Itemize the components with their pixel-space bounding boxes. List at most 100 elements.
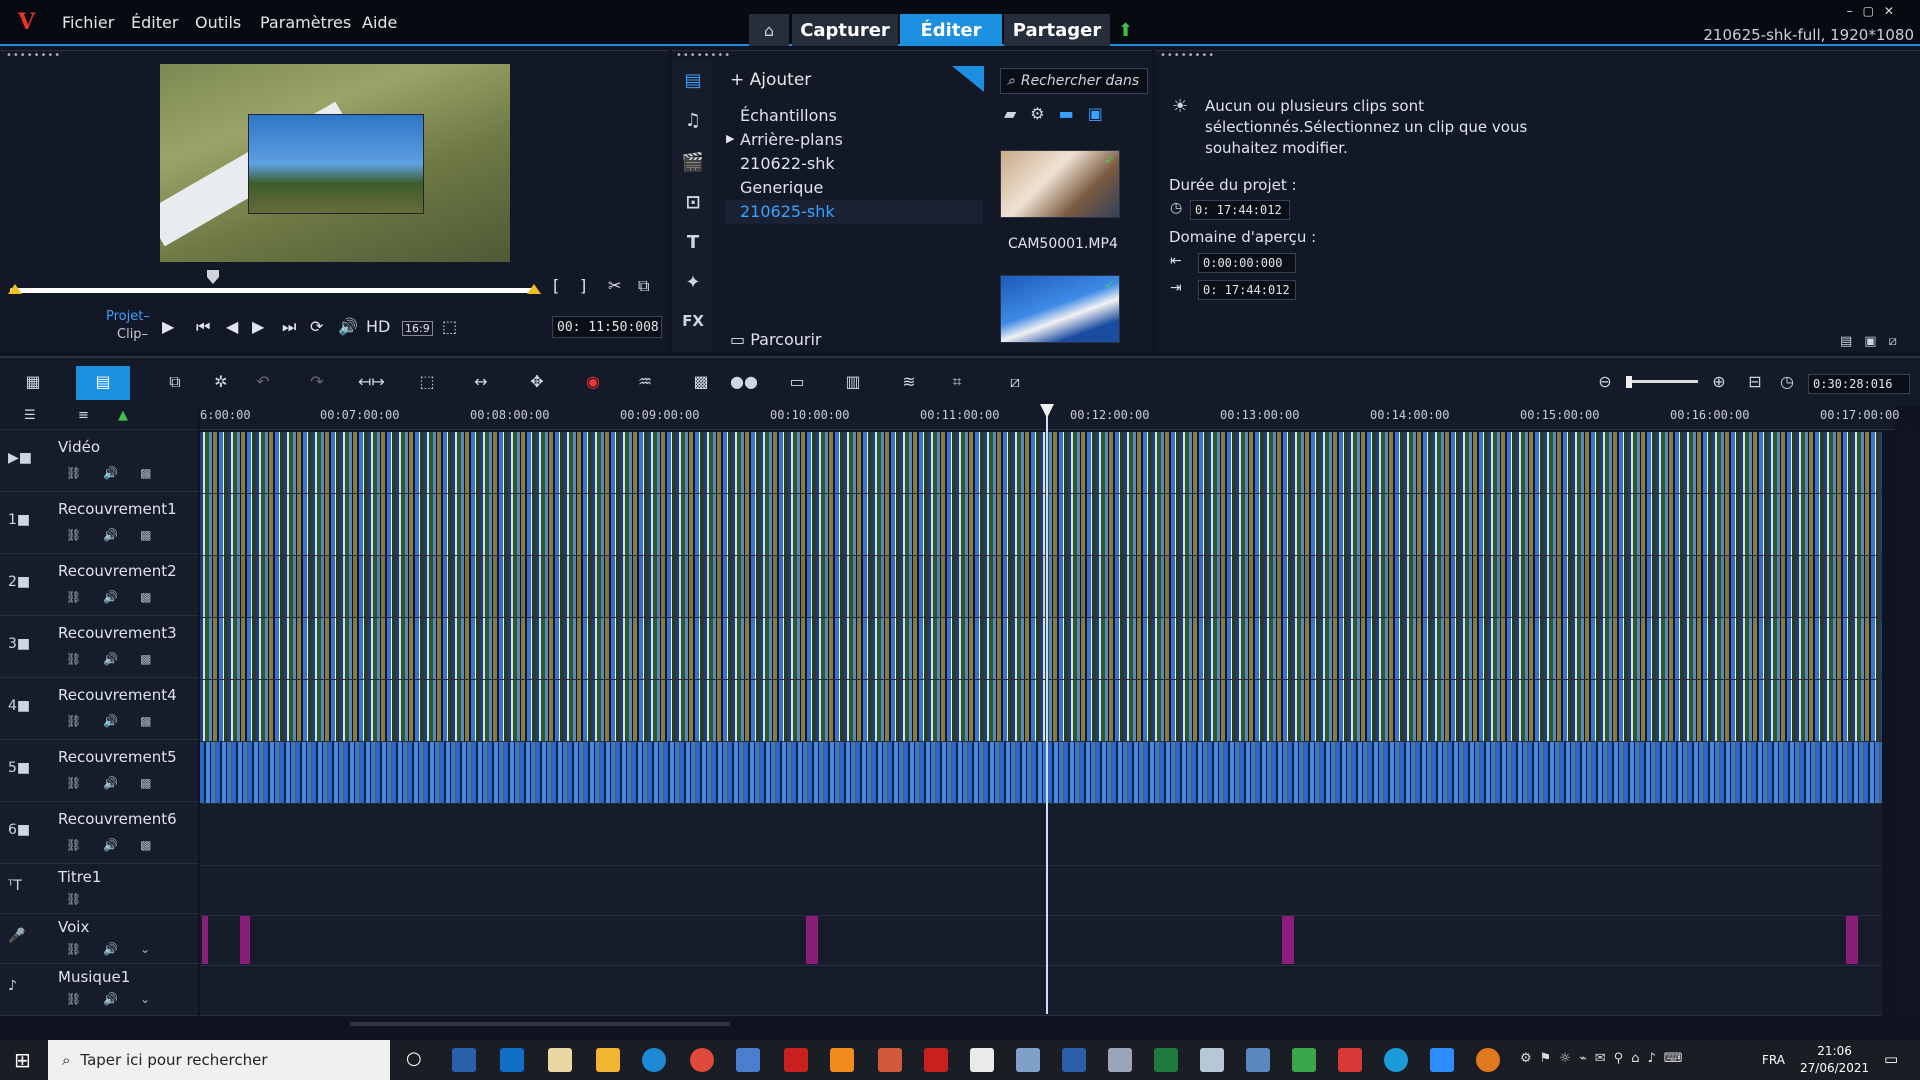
mail-icon[interactable] <box>500 1048 524 1072</box>
overlay2-lane-clips[interactable] <box>200 556 1882 618</box>
mask-icon[interactable]: ●● <box>730 372 758 394</box>
music-lane[interactable] <box>200 966 1882 1016</box>
trim-start-marker[interactable] <box>8 284 22 294</box>
taskbar-clock[interactable]: 21:06 27/06/2021 <box>1800 1043 1869 1077</box>
track-list-icon[interactable]: ☰ <box>24 408 36 423</box>
menu-outils[interactable]: Outils <box>195 13 241 32</box>
add-track-icon[interactable]: ▲ <box>118 408 128 423</box>
app-icon[interactable] <box>1246 1048 1270 1072</box>
track-controls[interactable]: ⛓ <box>66 892 103 906</box>
fit-icon[interactable]: ↤↦ <box>358 372 385 394</box>
folder-arriere-plans[interactable]: ▶ Arrière-plans <box>726 130 843 149</box>
zoom-app-icon[interactable] <box>1430 1048 1454 1072</box>
app-icon[interactable] <box>878 1048 902 1072</box>
audio-icon[interactable]: ♫ <box>680 110 706 136</box>
add-folder-button[interactable]: + Ajouter <box>730 70 811 90</box>
folder-generique[interactable]: Generique <box>740 178 823 197</box>
storyboard-view-icon[interactable]: ▦ <box>20 372 46 394</box>
prev-frame-icon[interactable]: ◀ <box>226 317 238 336</box>
folder-echantillons[interactable]: Échantillons <box>740 106 837 125</box>
track-video[interactable]: ▶■ Vidéo ⛓🔊▩ <box>0 430 198 492</box>
motion-icon[interactable]: ✥ <box>524 372 550 394</box>
track-manager-icon[interactable]: ⧉ <box>162 372 188 394</box>
track-overlay2[interactable]: 2■ Recouvrement2 ⛓🔊▩ <box>0 554 198 616</box>
fit-project-icon[interactable]: ⊟ <box>1742 372 1768 394</box>
track-options-icon[interactable]: ≡ <box>78 408 89 423</box>
duration-field[interactable]: 0: 17:44:012 <box>1190 200 1290 220</box>
task-view-icon[interactable] <box>452 1048 476 1072</box>
zoom-slider-handle[interactable] <box>1626 376 1632 388</box>
multicam-icon[interactable]: ▩ <box>688 372 714 394</box>
range-end-field[interactable]: 0: 17:44:012 <box>1198 280 1296 300</box>
time-remap-icon[interactable]: ≋ <box>896 372 922 394</box>
track-music1[interactable]: ♪ Musique1 ⛓🔊⌄ <box>0 964 198 1016</box>
chrome-icon[interactable] <box>690 1048 714 1072</box>
voice-clip[interactable] <box>240 916 250 964</box>
panel-grip[interactable]: •••••••• <box>6 50 61 61</box>
track-controls[interactable]: ⛓🔊▩ <box>66 466 174 480</box>
overlay1-lane-clips[interactable] <box>200 494 1882 556</box>
panel-grip[interactable]: •••••••• <box>1160 50 1215 61</box>
app-icon[interactable] <box>1476 1048 1500 1072</box>
track-controls[interactable]: ⛓🔊▩ <box>66 652 174 666</box>
play-icon[interactable]: ▶ <box>162 317 174 336</box>
app-icon[interactable] <box>1292 1048 1316 1072</box>
skip-start-icon[interactable]: ⏮ <box>196 317 210 337</box>
zoom-in-icon[interactable]: ⊕ <box>1706 372 1732 394</box>
search-input[interactable]: ⌕ Rechercher dans <box>1000 68 1148 94</box>
timeline-view-icon[interactable]: ▤ <box>90 372 116 394</box>
vertical-scrollbar[interactable] <box>1900 430 1914 1016</box>
smart-tools-icon[interactable]: ✲ <box>208 372 234 394</box>
overlay5-lane-clips[interactable] <box>200 742 1882 804</box>
layout-icons[interactable]: ▤▣⧄ <box>1840 334 1909 349</box>
track-controls[interactable]: ⛓🔊⌄ <box>66 942 172 956</box>
track-overlay1[interactable]: 1■ Recouvrement1 ⛓🔊▩ <box>0 492 198 554</box>
skip-end-icon[interactable]: ⏭ <box>282 317 296 337</box>
fx-icon[interactable]: FX <box>680 312 706 338</box>
window-controls[interactable]: –▢✕ <box>1847 4 1904 18</box>
record-icon[interactable]: ◉ <box>580 372 606 394</box>
track-overlay6[interactable]: 6■ Recouvrement6 ⛓🔊▩ <box>0 802 198 864</box>
audio-mixer-icon[interactable]: ♒ <box>632 372 658 394</box>
skype-icon[interactable] <box>1384 1048 1408 1072</box>
notification-icon[interactable]: ▭ <box>1884 1050 1898 1068</box>
media-thumbnail[interactable]: ✓ <box>1000 275 1120 343</box>
track-controls[interactable]: ⛓🔊⌄ <box>66 992 172 1006</box>
repeat-icon[interactable]: ⟳ <box>310 317 323 336</box>
cortana-icon[interactable]: ○ <box>406 1048 430 1072</box>
folder-210625-shk[interactable]: 210625-shk <box>740 202 835 221</box>
browse-button[interactable]: ▭ Parcourir <box>730 330 822 349</box>
media-icon[interactable]: ▤ <box>680 70 706 96</box>
taskbar-search[interactable]: ⌕ Taper ici pour rechercher <box>48 1040 390 1080</box>
notes-icon[interactable] <box>548 1048 572 1072</box>
explorer-icon[interactable] <box>596 1048 620 1072</box>
track-controls[interactable]: ⛓🔊▩ <box>66 838 174 852</box>
undo-icon[interactable]: ↶ <box>250 372 276 394</box>
timecode-field[interactable]: 00: 11:50:008 <box>552 316 662 338</box>
track-title1[interactable]: ᵀT Titre1 ⛓ <box>0 864 198 914</box>
voice-lane[interactable] <box>200 916 1882 966</box>
mark-in-icon[interactable]: [ <box>553 276 559 295</box>
overlay4-lane-clips[interactable] <box>200 680 1882 742</box>
auto-music-icon[interactable]: ⧄ <box>1002 372 1028 394</box>
expand-icon[interactable]: ▶ <box>726 132 734 145</box>
voice-clip[interactable] <box>1282 916 1294 964</box>
upload-icon[interactable]: ⬆ <box>1118 20 1133 41</box>
volume-icon[interactable]: 🔊 <box>338 317 358 336</box>
next-frame-icon[interactable]: ▶ <box>252 317 264 336</box>
app-icon[interactable] <box>1200 1048 1224 1072</box>
track-controls[interactable]: ⛓🔊▩ <box>66 590 174 604</box>
app-icon[interactable] <box>1338 1048 1362 1072</box>
track-overlay3[interactable]: 3■ Recouvrement3 ⛓🔊▩ <box>0 616 198 678</box>
crop-icon[interactable]: ⬚ <box>414 372 440 394</box>
word-icon[interactable] <box>1062 1048 1086 1072</box>
hd-button[interactable]: HD <box>366 317 390 336</box>
tab-edit[interactable]: Éditer <box>900 14 1002 46</box>
subtitle-icon[interactable]: ▭ <box>784 372 810 394</box>
voice-clip[interactable] <box>806 916 818 964</box>
title-lane[interactable] <box>200 866 1882 916</box>
overlay3-lane-clips[interactable] <box>200 618 1882 680</box>
track-controls[interactable]: ⛓🔊▩ <box>66 776 174 790</box>
track-voice[interactable]: 🎤 Voix ⛓🔊⌄ <box>0 914 198 964</box>
transition-icon[interactable]: ⊡ <box>680 192 706 218</box>
